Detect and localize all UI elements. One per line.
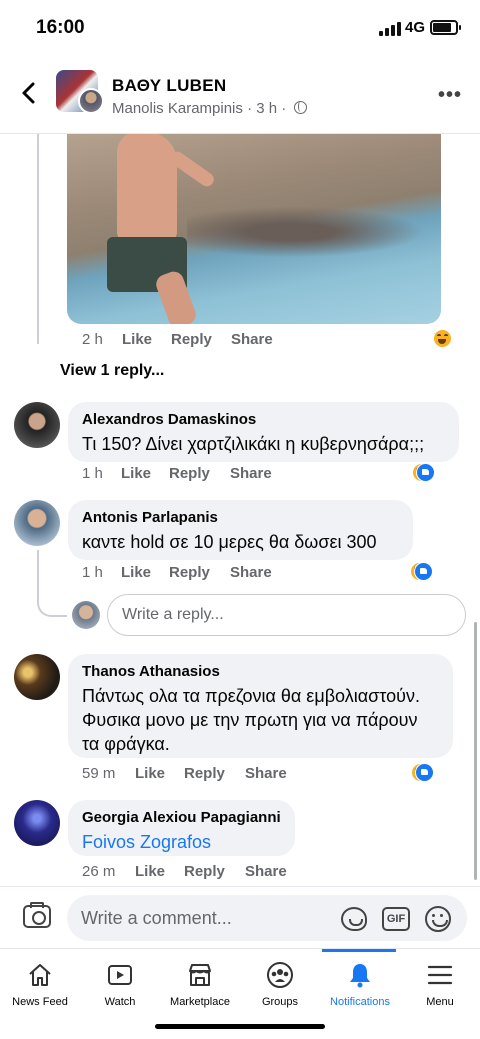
haha-reaction-icon xyxy=(433,329,452,348)
commenter-name[interactable]: Georgia Alexiou Papagianni xyxy=(82,809,281,826)
emoji-icon[interactable] xyxy=(425,906,451,932)
reply-input[interactable]: Write a reply... xyxy=(107,594,466,636)
tab-news-feed[interactable]: News Feed xyxy=(0,949,80,1019)
commenter-name[interactable]: Alexandros Damaskinos xyxy=(82,411,445,428)
comment-time: 26 m xyxy=(82,863,116,880)
globe-icon xyxy=(294,101,308,114)
scrollbar[interactable] xyxy=(474,622,477,880)
comments-feed[interactable]: 2 h Like Reply Share 2 View 1 reply... A… xyxy=(0,134,480,886)
signal-icon xyxy=(379,22,401,36)
comment-actions: 1 h Like Reply Share 2 xyxy=(82,463,472,485)
like-reaction-icon xyxy=(414,562,433,581)
author-name[interactable]: Manolis Karampinis xyxy=(112,100,243,117)
tab-groups[interactable]: Groups xyxy=(240,949,320,1019)
gif-icon[interactable]: GIF xyxy=(382,907,410,931)
comment-photo[interactable] xyxy=(67,134,441,324)
post-time[interactable]: 3 h xyxy=(256,100,277,117)
comment-bubble: Alexandros Damaskinos Τι 150? Δίνει χαρτ… xyxy=(68,402,459,462)
commenter-avatar[interactable] xyxy=(14,500,60,546)
comment-text-line: τα φράγκα. xyxy=(82,734,170,754)
tab-label: Notifications xyxy=(330,996,390,1008)
menu-icon xyxy=(427,965,453,985)
sticker-icon[interactable] xyxy=(341,907,367,931)
comment-text: Τι 150? Δίνει χαρτζιλικάκι η κυβερνησάρα… xyxy=(82,434,425,454)
reply-button[interactable]: Reply xyxy=(171,331,212,348)
tab-label: Menu xyxy=(426,996,454,1008)
like-button[interactable]: Like xyxy=(121,564,151,581)
comment-actions: 1 h Like Reply Share 6 xyxy=(82,562,472,584)
home-icon xyxy=(29,964,51,986)
thread-line xyxy=(37,134,39,344)
comment-text: καντε hold σε 10 μερες θα δωσει 300 xyxy=(82,532,377,552)
tab-watch[interactable]: Watch xyxy=(80,949,160,1019)
camera-icon[interactable] xyxy=(23,902,51,928)
share-button[interactable]: Share xyxy=(231,331,273,348)
marketplace-icon xyxy=(189,964,211,986)
bell-icon xyxy=(350,964,370,988)
tab-label: News Feed xyxy=(12,996,68,1008)
group-name[interactable]: ΒΑΘΥ LUBEN xyxy=(112,76,226,96)
commenter-name[interactable]: Thanos Athanasios xyxy=(82,663,439,680)
commenter-name[interactable]: Antonis Parlapanis xyxy=(82,509,399,526)
tab-label: Groups xyxy=(261,996,299,1008)
tab-notifications[interactable]: Notifications xyxy=(320,949,400,1019)
home-indicator xyxy=(155,1024,325,1029)
post-header: ΒΑΘΥ LUBEN Manolis Karampinis · 3 h · ••… xyxy=(0,56,480,134)
comment-time: 1 h xyxy=(82,465,103,482)
tab-menu[interactable]: Menu xyxy=(400,949,480,1019)
commenter-avatar[interactable] xyxy=(14,800,60,846)
compose-bar: Write a comment... GIF xyxy=(0,886,480,948)
back-arrow-icon xyxy=(22,82,35,104)
comment-text-line: Φυσικα μονο με την πρωτη για να πάρουν xyxy=(82,710,418,730)
comment-actions: 59 m Like Reply Share 2 xyxy=(82,763,472,785)
watch-icon xyxy=(108,965,132,985)
like-reaction-icon xyxy=(415,763,434,782)
reply-button[interactable]: Reply xyxy=(184,765,225,782)
reply-button[interactable]: Reply xyxy=(169,564,210,581)
comment-bubble: Georgia Alexiou Papagianni Foivos Zograf… xyxy=(68,800,295,856)
commenter-avatar[interactable] xyxy=(14,654,60,700)
my-avatar xyxy=(72,601,100,629)
author-avatar[interactable] xyxy=(78,88,104,114)
more-options-button[interactable]: ••• xyxy=(438,84,462,107)
comment-text-line: Πάντως ολα τα πρεζονια θα εμβολιαστούν. xyxy=(82,686,420,706)
comment-actions: 2 h Like Reply Share 2 xyxy=(82,329,472,351)
commenter-avatar[interactable] xyxy=(14,402,60,448)
like-reaction-icon xyxy=(416,463,435,482)
tab-label: Watch xyxy=(104,996,136,1008)
share-button[interactable]: Share xyxy=(245,765,287,782)
share-button[interactable]: Share xyxy=(230,564,272,581)
reply-button[interactable]: Reply xyxy=(169,465,210,482)
comment-bubble: Thanos Athanasios Πάντως ολα τα πρεζονια… xyxy=(68,654,453,758)
comment-bubble: Antonis Parlapanis καντε hold σε 10 μερε… xyxy=(68,500,413,560)
like-button[interactable]: Like xyxy=(135,765,165,782)
comment-time: 59 m xyxy=(82,765,116,782)
mention-link[interactable]: Foivos Zografos xyxy=(82,830,281,854)
post-meta: Manolis Karampinis · 3 h · xyxy=(112,100,308,117)
share-button[interactable]: Share xyxy=(245,863,287,880)
like-button[interactable]: Like xyxy=(121,465,151,482)
reply-thread-curve xyxy=(37,597,67,617)
share-button[interactable]: Share xyxy=(230,465,272,482)
comment-time: 2 h xyxy=(82,331,103,348)
like-button[interactable]: Like xyxy=(135,863,165,880)
groups-icon xyxy=(267,962,293,988)
tab-marketplace[interactable]: Marketplace xyxy=(160,949,240,1019)
battery-icon xyxy=(430,20,461,35)
back-button[interactable] xyxy=(14,78,44,108)
comment-time: 1 h xyxy=(82,564,103,581)
reply-button[interactable]: Reply xyxy=(184,863,225,880)
tab-label: Marketplace xyxy=(170,996,230,1008)
view-replies-link[interactable]: View 1 reply... xyxy=(60,362,164,380)
status-time: 16:00 xyxy=(36,17,85,38)
meta-separator: · xyxy=(247,100,253,117)
status-bar: 16:00 4G xyxy=(0,0,480,56)
reply-thread-line xyxy=(37,550,39,600)
network-label: 4G xyxy=(405,19,426,36)
comment-actions: 26 m Like Reply Share xyxy=(82,863,472,883)
meta-separator-2: · xyxy=(281,100,287,117)
like-button[interactable]: Like xyxy=(122,331,152,348)
